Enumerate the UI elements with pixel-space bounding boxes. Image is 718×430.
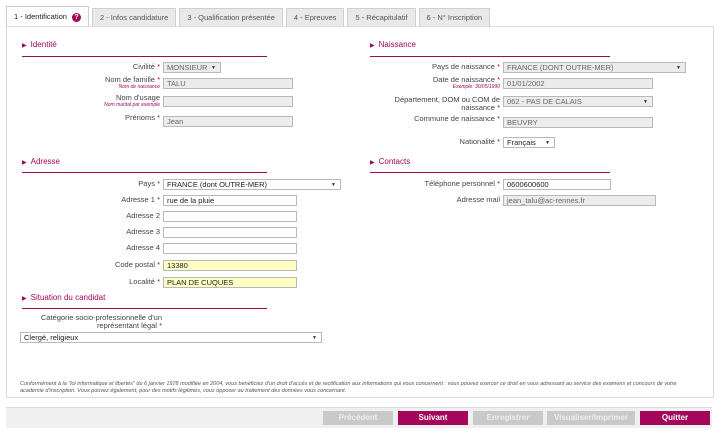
tab-label: 6 - N° Inscription xyxy=(426,13,483,22)
telephone-field[interactable]: 0600600600 xyxy=(503,179,611,190)
section-naissance: ▶ Naissance xyxy=(370,40,416,49)
localite-field[interactable]: PLAN DE CUQUES xyxy=(163,277,297,288)
section-identite: ▶ Identité xyxy=(22,40,57,49)
mail-label: Adresse mail xyxy=(456,195,500,204)
adresse2-field[interactable] xyxy=(163,211,297,222)
telephone-label: Téléphone personnel * xyxy=(424,179,501,188)
section-title: Identité xyxy=(30,40,57,49)
section-divider xyxy=(22,308,267,309)
tab-inscription[interactable]: 6 - N° Inscription xyxy=(418,8,491,26)
nom-famille-label: Nom de famille * Nom de naissance xyxy=(104,75,160,91)
tab-label: 1 - Identification xyxy=(14,12,67,21)
adresse3-label: Adresse 3 xyxy=(126,227,160,236)
section-title: Adresse xyxy=(30,157,60,166)
nationalite-label: Nationalité * xyxy=(459,137,500,146)
civilite-select[interactable]: MONSIEUR xyxy=(163,62,221,73)
nom-usage-label: Nom d'usage Nom marital par exemple xyxy=(104,93,160,109)
prenoms-label: Prénoms * xyxy=(124,113,160,122)
tab-label: 5 - Récapitulatif xyxy=(355,13,408,22)
wizard-tabs: 1 - Identification? 2 - Infos candidatur… xyxy=(6,6,712,26)
adresse1-field[interactable]: rue de la pluie xyxy=(163,195,297,206)
code-postal-label: Code postal * xyxy=(114,260,160,269)
caret-right-icon: ▶ xyxy=(22,160,27,166)
suivant-button[interactable]: Suivant xyxy=(398,411,468,425)
section-divider xyxy=(370,56,610,57)
commune-naissance-field[interactable]: BEUVRY xyxy=(503,117,653,128)
tab-label: 4 - Epreuves xyxy=(293,13,337,22)
adresse3-field[interactable] xyxy=(163,227,297,238)
section-divider xyxy=(370,172,610,173)
tab-identification[interactable]: 1 - Identification? xyxy=(6,6,89,26)
categorie-select[interactable]: Clergé, religieux xyxy=(20,332,322,343)
nationalite-select[interactable]: Français xyxy=(503,137,555,148)
pays-naissance-label: Pays de naissance * xyxy=(432,62,500,71)
date-naissance-label: Date de naissance * Exemple: 30/05/1990 xyxy=(432,75,500,91)
adresse-pays-label: Pays * xyxy=(138,179,160,188)
adresse2-label: Adresse 2 xyxy=(126,211,160,220)
section-adresse: ▶ Adresse xyxy=(22,157,60,166)
caret-right-icon: ▶ xyxy=(22,43,27,49)
code-postal-field[interactable]: 13380 xyxy=(163,260,297,271)
caret-right-icon: ▶ xyxy=(22,296,27,302)
dept-naissance-select[interactable]: 062 - PAS DE CALAIS xyxy=(503,96,653,107)
tab-infos-candidature[interactable]: 2 - Infos candidature xyxy=(91,8,177,26)
pays-naissance-select[interactable]: FRANCE (DONT OUTRE-MER) xyxy=(503,62,686,73)
prenoms-field[interactable]: Jean xyxy=(163,116,293,127)
precedent-button[interactable]: Précédent xyxy=(323,411,393,425)
quitter-button[interactable]: Quitter xyxy=(640,411,710,425)
mail-field[interactable]: jean_talu@ac-rennes.fr xyxy=(503,195,656,206)
adresse1-label: Adresse 1 * xyxy=(121,195,160,204)
privacy-notice: Conformément à la "loi informatique et l… xyxy=(20,381,677,394)
adresse-pays-select[interactable]: FRANCE (dont OUTRE-MER) xyxy=(163,179,341,190)
adresse4-label: Adresse 4 xyxy=(126,243,160,252)
categorie-label: Catégorie socio-professionnelle d'un repr… xyxy=(40,313,162,330)
tab-label: 3 - Qualification présentée xyxy=(187,13,275,22)
help-icon[interactable]: ? xyxy=(71,13,81,22)
section-title: Naissance xyxy=(378,40,416,49)
caret-right-icon: ▶ xyxy=(370,43,375,49)
date-naissance-field[interactable]: 01/01/2002 xyxy=(503,78,653,89)
tab-qualification[interactable]: 3 - Qualification présentée xyxy=(179,8,283,26)
section-divider xyxy=(22,172,267,173)
section-situation: ▶ Situation du candidat xyxy=(22,293,105,302)
dept-naissance-label: Département, DOM ou COM de naissance * xyxy=(394,95,500,112)
visualiser-button[interactable]: Visualiser/Imprimer xyxy=(547,411,635,425)
tab-recapitulatif[interactable]: 5 - Récapitulatif xyxy=(347,8,416,26)
civilite-label: Civilité * xyxy=(132,62,160,71)
commune-naissance-label: Commune de naissance * xyxy=(414,114,500,123)
section-title: Situation du candidat xyxy=(30,293,106,302)
section-contacts: ▶ Contacts xyxy=(370,157,410,166)
tab-label: 2 - Infos candidature xyxy=(99,13,169,22)
section-divider xyxy=(22,56,267,57)
caret-right-icon: ▶ xyxy=(370,160,375,166)
adresse4-field[interactable] xyxy=(163,243,297,254)
nom-famille-field[interactable]: TALU xyxy=(163,78,293,89)
nom-usage-field[interactable] xyxy=(163,96,293,107)
tab-epreuves[interactable]: 4 - Epreuves xyxy=(285,8,345,26)
section-title: Contacts xyxy=(378,157,411,166)
enregistrer-button[interactable]: Enregistrer xyxy=(473,411,543,425)
localite-label: Localité * xyxy=(129,277,160,286)
